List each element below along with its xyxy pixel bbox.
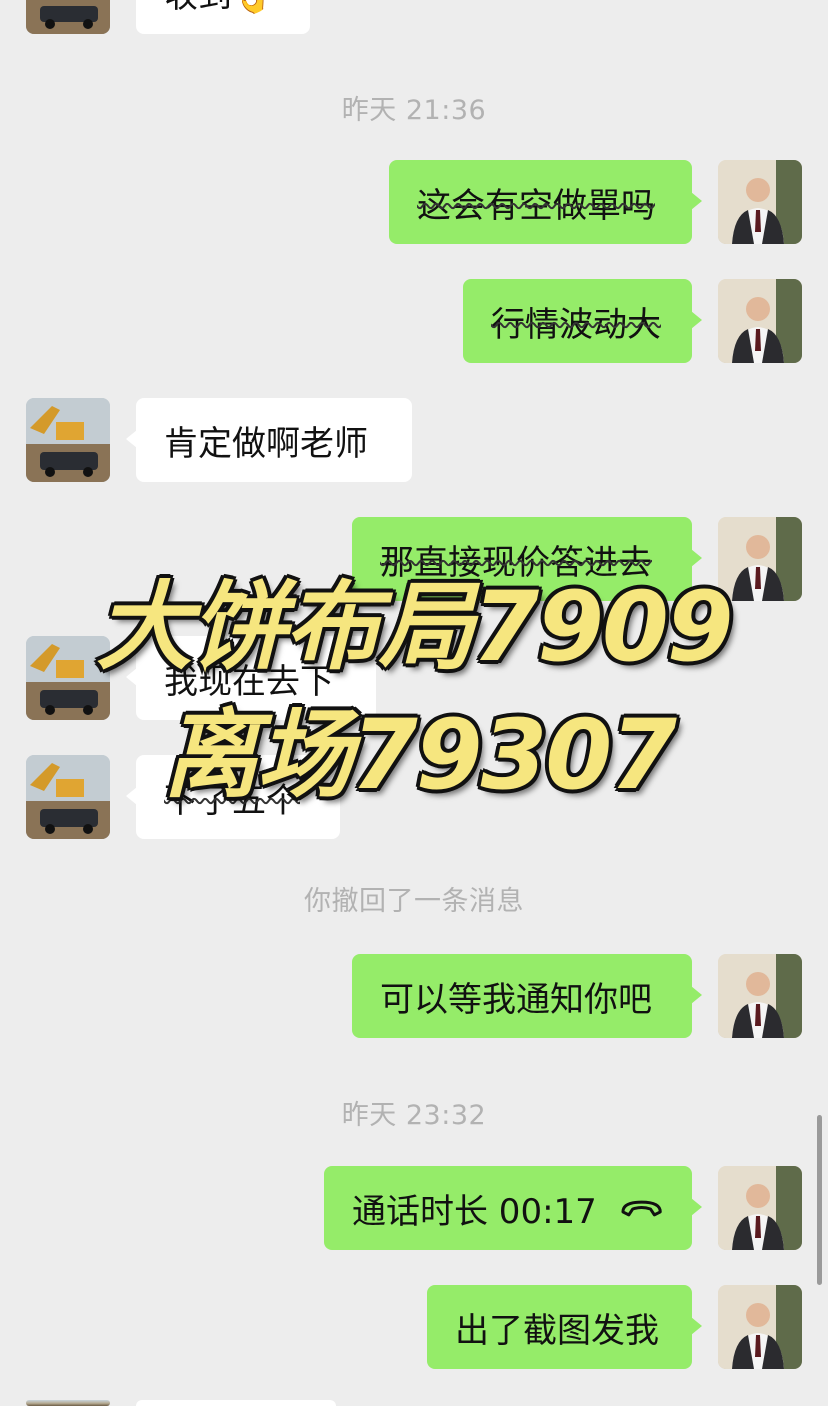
timestamp: 昨天 23:32 bbox=[341, 1100, 487, 1131]
message-text: 可以等我通知你吧 bbox=[380, 979, 652, 1020]
timestamp: 昨天 21:36 bbox=[341, 95, 487, 126]
call-record-bubble[interactable]: 通话时长 00:17 bbox=[324, 1166, 702, 1250]
man-in-suit-image bbox=[718, 160, 802, 244]
man-in-suit-image bbox=[718, 1285, 802, 1369]
message-text: 这会有空做單吗 bbox=[417, 185, 655, 226]
message-bubble[interactable]: 这会有空做單吗 bbox=[389, 160, 702, 244]
self-avatar[interactable] bbox=[718, 1166, 802, 1250]
scrollbar[interactable] bbox=[817, 1115, 822, 1285]
message-bubble[interactable]: 出了截图发我 bbox=[427, 1285, 702, 1369]
message-bubble[interactable]: 可以等我通知你吧 bbox=[352, 954, 702, 1038]
excavator-car-image bbox=[26, 398, 110, 482]
contact-avatar[interactable] bbox=[26, 398, 110, 482]
contact-avatar[interactable] bbox=[26, 1400, 110, 1406]
self-avatar[interactable] bbox=[718, 279, 802, 363]
message-text: 收到👌 bbox=[164, 0, 274, 17]
excavator-car-image bbox=[26, 0, 110, 34]
message-bubble[interactable]: 行情波动大 bbox=[463, 279, 702, 363]
overlay-text-line2: 离场79307 bbox=[163, 699, 677, 811]
self-avatar[interactable] bbox=[718, 954, 802, 1038]
message-bubble-partial bbox=[136, 1400, 336, 1406]
overlay-text-line1: 大饼布局7909 bbox=[96, 571, 733, 683]
contact-avatar[interactable] bbox=[26, 0, 110, 34]
message-bubble[interactable]: 肯定做啊老师 bbox=[126, 398, 412, 482]
message-bubble[interactable]: 收到👌 bbox=[136, 0, 310, 34]
self-avatar[interactable] bbox=[718, 160, 802, 244]
call-duration-text: 通话时长 00:17 bbox=[352, 1191, 597, 1232]
chat-window: 收到👌 昨天 21:36 这会有空做單吗 行情波动大 bbox=[0, 0, 828, 1406]
man-in-suit-image bbox=[718, 279, 802, 363]
message-text: 肯定做啊老师 bbox=[164, 423, 368, 464]
message-text: 行情波动大 bbox=[491, 304, 661, 345]
man-in-suit-image bbox=[718, 1166, 802, 1250]
message-text: 出了截图发我 bbox=[455, 1310, 659, 1351]
system-notice: 你撤回了一条消息 bbox=[304, 886, 524, 917]
phone-hangup-icon bbox=[621, 1200, 662, 1217]
self-avatar[interactable] bbox=[718, 1285, 802, 1369]
man-in-suit-image bbox=[718, 954, 802, 1038]
